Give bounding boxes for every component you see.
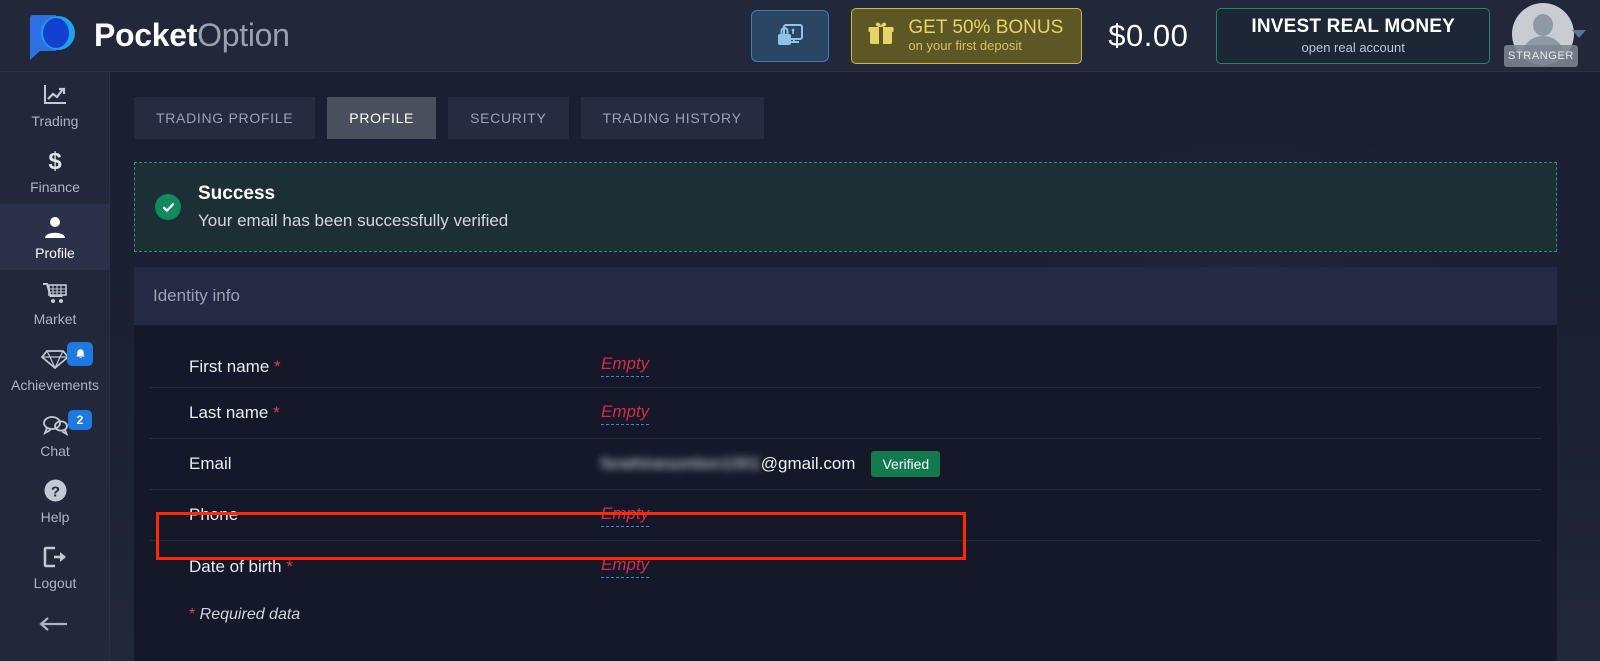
date-of-birth-value[interactable]: Empty: [601, 555, 650, 578]
tab-security[interactable]: SECURITY: [448, 97, 569, 139]
row-label: Last name *: [189, 403, 280, 422]
first-name-value[interactable]: Empty: [601, 354, 650, 377]
success-alert-texts: Success Your email has been successfully…: [198, 183, 508, 231]
sidebar-item-help[interactable]: ? Help: [0, 468, 110, 534]
brand-logo[interactable]: PocketOption: [30, 14, 290, 60]
diamond-icon: [40, 346, 70, 372]
row-label: First name *: [189, 357, 281, 376]
sidebar-item-profile[interactable]: Profile: [0, 204, 110, 270]
screen-lock-icon: [778, 23, 804, 45]
svg-text:$: $: [48, 148, 62, 174]
sidebar-label: Chat: [40, 442, 70, 459]
sidebar-item-market[interactable]: Market: [0, 270, 110, 336]
phone-value[interactable]: Empty: [601, 504, 650, 527]
account-balance: $0.00: [1108, 17, 1189, 53]
row-value: Empty: [601, 555, 650, 578]
tab-trading-profile[interactable]: TRADING PROFILE: [134, 97, 316, 139]
arrow-left-icon: [39, 617, 67, 631]
sidebar-label: Logout: [33, 574, 77, 591]
bonus-button[interactable]: GET 50% BONUS on your first deposit: [851, 7, 1083, 64]
chart-line-icon: [42, 82, 69, 108]
sidebar-item-chat[interactable]: 2 Chat: [0, 402, 110, 468]
dollar-icon: $: [44, 148, 66, 174]
chevron-down-icon[interactable]: [1572, 29, 1586, 38]
account-menu[interactable]: STRANGER: [1504, 2, 1586, 69]
identity-info-panel: Identity info First name * Empty Last na…: [134, 267, 1557, 661]
table-row-first-name: First name * Empty: [150, 325, 1541, 388]
question-circle-icon: ?: [43, 478, 68, 504]
check-circle-icon: [155, 194, 181, 220]
row-label: Date of birth *: [189, 556, 293, 576]
row-value: fsrwhinesontion1001 @gmail.com Verified: [601, 451, 941, 477]
row-value: Empty: [601, 504, 650, 527]
sidebar-label: Finance: [30, 178, 80, 195]
success-alert-message: Your email has been successfully verifie…: [198, 211, 509, 230]
avatar-nickname-badge: STRANGER: [1504, 44, 1578, 67]
required-data-note: * Required data: [150, 592, 1557, 624]
row-label: Phone: [189, 505, 239, 524]
sidebar-item-finance[interactable]: $ Finance: [0, 138, 110, 204]
table-row-last-name: Last name * Empty: [150, 388, 1541, 439]
table-row-phone: Phone Empty: [150, 490, 1541, 541]
sidebar-item-achievements[interactable]: Achievements: [0, 336, 110, 402]
shopping-cart-icon: [42, 280, 68, 306]
achievements-bell-badge[interactable]: [67, 342, 93, 366]
row-label: Email: [189, 454, 232, 473]
bonus-subtext: on your first deposit: [908, 37, 1022, 53]
required-asterisk: *: [273, 403, 280, 422]
table-row-email: Email fsrwhinesontion1001 @gmail.com Veri…: [150, 439, 1541, 490]
sidebar-label: Market: [33, 310, 77, 327]
brand-name-light: Option: [197, 17, 290, 53]
top-bar: PocketOption GET 50% BONUS on your first…: [0, 0, 1600, 72]
status-badge-verified: Verified: [871, 451, 941, 477]
chat-unread-badge[interactable]: 2: [68, 410, 92, 430]
required-note-text: Required data: [195, 606, 301, 623]
svg-text:?: ?: [50, 484, 59, 501]
email-domain-part: @gmail.com: [760, 454, 856, 473]
profile-tabs: TRADING PROFILE PROFILE SECURITY TRADING…: [134, 97, 776, 139]
identity-info-header: Identity info: [134, 267, 1557, 325]
demo-account-button[interactable]: [751, 9, 830, 62]
chat-bubbles-icon: [41, 412, 69, 438]
logout-arrow-icon: [42, 544, 68, 570]
main-content: TRADING PROFILE PROFILE SECURITY TRADING…: [110, 72, 1600, 661]
brand-name: PocketOption: [94, 17, 290, 54]
bell-icon: [75, 348, 85, 358]
tab-profile[interactable]: PROFILE: [327, 97, 437, 139]
sidebar-collapse-button[interactable]: [0, 600, 110, 648]
sidebar: Trading $ Finance Profile Market Achieve…: [0, 72, 110, 661]
sidebar-label: Help: [40, 508, 70, 525]
invest-real-money-button[interactable]: INVEST REAL MONEY open real account: [1216, 7, 1490, 64]
sidebar-item-trading[interactable]: Trading: [0, 72, 110, 138]
tab-trading-history[interactable]: TRADING HISTORY: [580, 97, 764, 139]
invest-button-label: INVEST REAL MONEY: [1251, 16, 1455, 37]
row-value: Empty: [601, 354, 650, 377]
pocket-option-logo-icon: [30, 14, 82, 60]
bonus-headline: GET 50% BONUS: [908, 17, 1064, 39]
panel-title: Identity info: [153, 286, 240, 305]
sidebar-label: Profile: [35, 244, 75, 261]
sidebar-item-logout[interactable]: Logout: [0, 534, 110, 600]
brand-name-bold: Pocket: [94, 17, 198, 53]
table-row-date-of-birth: Date of birth * Empty: [150, 541, 1541, 592]
identity-info-rows: First name * Empty Last name * Empty Ema…: [134, 325, 1557, 624]
required-asterisk: *: [286, 556, 293, 576]
app-root: PocketOption GET 50% BONUS on your first…: [0, 0, 1600, 661]
sidebar-label: Achievements: [11, 376, 99, 393]
row-value: Empty: [601, 402, 650, 425]
invest-button-sublabel: open real account: [1301, 40, 1405, 55]
success-alert: Success Your email has been successfully…: [134, 162, 1557, 252]
required-asterisk: *: [274, 357, 281, 376]
email-masked-part: fsrwhinesontion1001: [601, 454, 761, 473]
person-icon: [43, 214, 67, 240]
success-alert-title: Success: [198, 183, 276, 204]
gift-icon: [866, 19, 896, 52]
last-name-value[interactable]: Empty: [601, 402, 650, 425]
top-bar-right: GET 50% BONUS on your first deposit $0.0…: [751, 0, 1600, 72]
sidebar-label: Trading: [31, 112, 79, 129]
